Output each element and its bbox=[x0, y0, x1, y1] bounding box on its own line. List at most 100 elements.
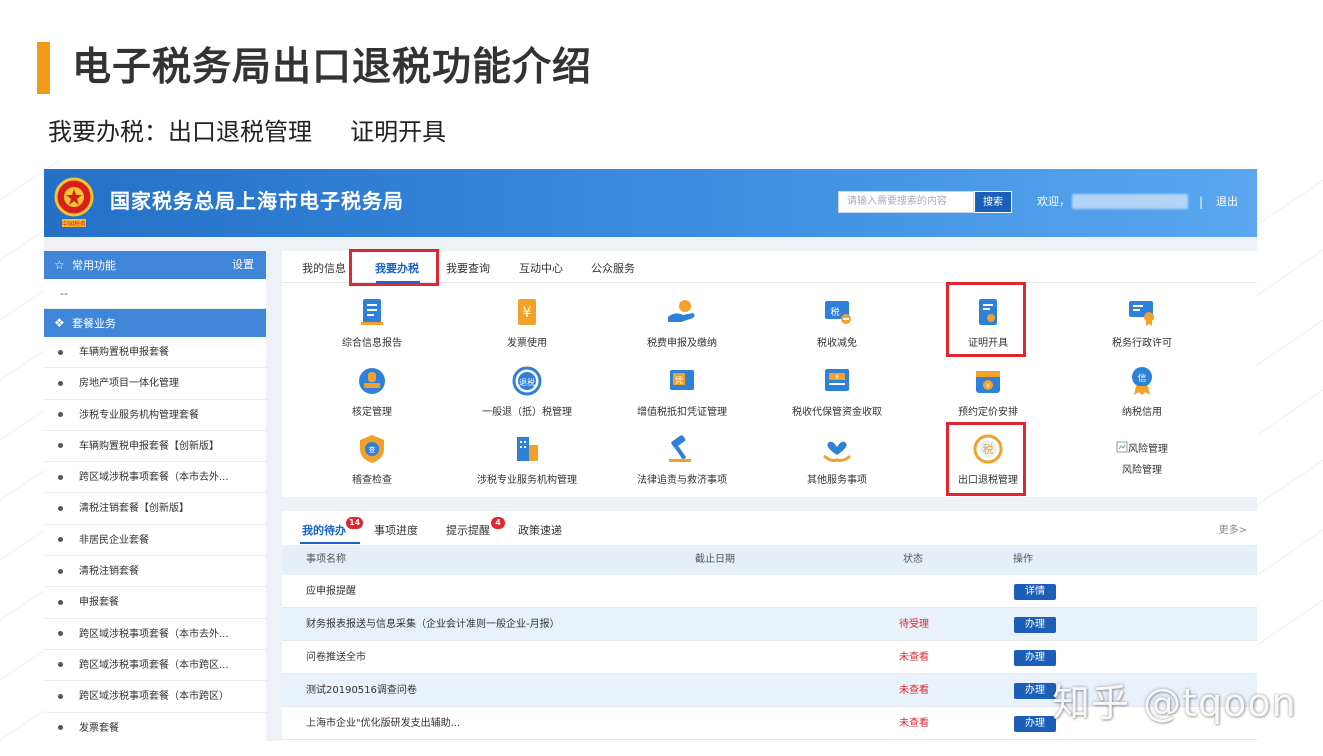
function-item[interactable]: 信纳税信用 bbox=[1067, 364, 1217, 418]
active-bottom-tab-underline bbox=[300, 542, 360, 544]
sidebar-item[interactable]: 车辆购置税申报套餐 bbox=[44, 337, 266, 369]
sidebar-item-label: 非居民企业套餐 bbox=[79, 534, 149, 546]
function-item[interactable]: 税务行政许可 bbox=[1067, 295, 1217, 349]
layers-icon: ❖ bbox=[54, 316, 65, 330]
function-label: 纳税信用 bbox=[1122, 407, 1162, 418]
bullet-icon bbox=[58, 537, 63, 543]
tab-my-todo[interactable]: 我的待办 bbox=[302, 522, 346, 538]
sidebar-item-label: 跨区域涉税事项套餐（本市去外... bbox=[79, 472, 229, 484]
site-title: 国家税务总局上海市电子税务局 bbox=[110, 189, 404, 213]
row-action-button[interactable]: 详情 bbox=[1014, 584, 1056, 600]
svg-text:¥: ¥ bbox=[523, 305, 532, 321]
sidebar-item[interactable]: 跨区域涉税事项套餐（本市去外... bbox=[44, 462, 266, 494]
broken-image-icon: 风险管理 bbox=[1116, 440, 1168, 455]
row-action-button[interactable]: 办理 bbox=[1014, 716, 1056, 732]
row-action-button[interactable]: 办理 bbox=[1014, 683, 1056, 699]
row-action-button[interactable]: 办理 bbox=[1014, 650, 1056, 666]
sidebar-item[interactable]: 跨区域涉税事项套餐（本市跨区） bbox=[44, 681, 266, 713]
sidebar-item[interactable]: 清税注销套餐【创新版】 bbox=[44, 493, 266, 525]
function-item[interactable]: 法律追责与救济事项 bbox=[607, 432, 757, 486]
function-item[interactable]: 税费申报及缴纳 bbox=[607, 295, 757, 349]
function-label: 涉税专业服务机构管理 bbox=[477, 475, 577, 486]
building-icon bbox=[452, 432, 602, 466]
function-label: 风险管理 bbox=[1122, 465, 1162, 476]
header-status: 状态 bbox=[903, 554, 923, 565]
row-action-button[interactable]: 办理 bbox=[1014, 617, 1056, 633]
search-button[interactable]: 搜索 bbox=[974, 191, 1012, 213]
bullet-icon bbox=[58, 505, 63, 511]
function-label: 增值税抵扣凭证管理 bbox=[637, 407, 727, 418]
tab-query[interactable]: 我要查询 bbox=[446, 260, 490, 276]
function-item[interactable]: 综合信息报告 bbox=[297, 295, 447, 349]
logout-link[interactable]: 退出 bbox=[1216, 193, 1238, 211]
function-item[interactable]: 核定管理 bbox=[297, 364, 447, 418]
function-item[interactable]: 查稽查检查 bbox=[297, 432, 447, 486]
function-item[interactable]: 退税 一般退（抵）税管理 bbox=[452, 364, 602, 418]
table-row: 应申报提醒 详情 bbox=[282, 575, 1257, 608]
sidebar-package-header[interactable]: ❖ 套餐业务 bbox=[44, 309, 266, 337]
sidebar-item[interactable]: 清税注销套餐 bbox=[44, 556, 266, 588]
function-label: 其他服务事项 bbox=[807, 475, 867, 486]
sidebar-item-label: 涉税专业服务机构管理套餐 bbox=[79, 409, 199, 421]
watermark: 知乎 @tqoon bbox=[1052, 681, 1297, 725]
sidebar-item[interactable]: 车辆购置税申报套餐【创新版】 bbox=[44, 431, 266, 463]
row-name: 应申报提醒 bbox=[306, 586, 356, 597]
bullet-icon bbox=[58, 412, 63, 418]
sidebar-settings-link[interactable]: 设置 bbox=[232, 251, 254, 279]
row-name: 问卷推送全市 bbox=[306, 652, 366, 663]
sidebar-item[interactable]: 跨区域涉税事项套餐（本市跨区... bbox=[44, 650, 266, 682]
function-item[interactable]: ¥ 发票使用 bbox=[452, 295, 602, 349]
sidebar-item-label: 跨区域涉税事项套餐（本市跨区... bbox=[79, 659, 229, 671]
highlight-tax-tab bbox=[349, 249, 439, 286]
svg-text:税: 税 bbox=[830, 306, 839, 318]
bullet-icon bbox=[58, 474, 63, 480]
header-name: 事项名称 bbox=[306, 554, 346, 565]
sidebar-item-label: 发票套餐 bbox=[79, 722, 119, 734]
svg-text:信: 信 bbox=[1137, 372, 1146, 384]
highlight-certificate bbox=[946, 282, 1026, 357]
search-input[interactable]: 请输入需要搜索的内容 bbox=[838, 191, 974, 213]
sidebar-item[interactable]: 发票套餐 bbox=[44, 713, 266, 741]
function-label: 发票使用 bbox=[507, 338, 547, 349]
function-item[interactable]: 凭增值税抵扣凭证管理 bbox=[607, 364, 757, 418]
tab-policy[interactable]: 政策速递 bbox=[518, 522, 562, 538]
function-item[interactable]: 涉税专业服务机构管理 bbox=[452, 432, 602, 486]
row-status: 未查看 bbox=[899, 685, 929, 696]
function-item[interactable]: 风险管理 风险管理 bbox=[1067, 432, 1217, 476]
sidebar-item[interactable]: 申报套餐 bbox=[44, 587, 266, 619]
sidebar-item[interactable]: 跨区域涉税事项套餐（本市去外... bbox=[44, 619, 266, 650]
slide-subtitle: 我要办税：出口退税管理 证明开具 bbox=[48, 118, 447, 146]
national-emblem-icon: 中国税务 bbox=[54, 177, 94, 228]
sidebar-item[interactable]: 非居民企业套餐 bbox=[44, 525, 266, 557]
row-name: 上海市企业"优化版研发支出辅助... bbox=[306, 718, 461, 729]
function-label: 综合信息报告 bbox=[342, 338, 402, 349]
sidebar-item-label: 房地产项目一体化管理 bbox=[79, 378, 179, 390]
row-name: 财务报表报送与信息采集（企业会计准则一般企业-月报） bbox=[306, 619, 560, 630]
sidebar-item-label: 清税注销套餐 bbox=[79, 566, 139, 578]
function-panel: 我的信息 我要办税 我要查询 互动中心 公众服务 综合信息报告 ¥ 发票使用 税费申报… bbox=[282, 251, 1257, 497]
bullet-icon bbox=[58, 443, 63, 449]
broken-image-alt-text: 风险管理 bbox=[1128, 443, 1168, 455]
refund-icon: 退税 bbox=[452, 364, 602, 398]
tab-my-info[interactable]: 我的信息 bbox=[302, 260, 346, 276]
function-item[interactable]: 税税收减免 bbox=[762, 295, 912, 349]
sidebar-common-header[interactable]: ☆ 常用功能 设置 bbox=[44, 251, 266, 279]
function-item[interactable]: ¥ 税收代保管资金收取 bbox=[762, 364, 912, 418]
tab-interaction[interactable]: 互动中心 bbox=[519, 260, 563, 276]
sidebar-item-label: 跨区域涉税事项套餐（本市跨区） bbox=[79, 691, 229, 703]
tab-progress[interactable]: 事项进度 bbox=[374, 522, 418, 538]
star-icon: ☆ bbox=[54, 258, 65, 272]
function-label: 税费申报及缴纳 bbox=[647, 338, 717, 349]
permit-icon bbox=[1067, 295, 1217, 329]
sidebar-item[interactable]: 涉税专业服务机构管理套餐 bbox=[44, 400, 266, 431]
sidebar-item[interactable]: 房地产项目一体化管理 bbox=[44, 368, 266, 400]
highlight-export-refund bbox=[946, 422, 1026, 496]
more-link[interactable]: 更多> bbox=[1219, 521, 1247, 536]
tab-public-service[interactable]: 公众服务 bbox=[591, 260, 635, 276]
sidebar-item-label: 申报套餐 bbox=[79, 597, 119, 609]
tab-reminders[interactable]: 提示提醒 bbox=[446, 522, 490, 538]
row-status: 待受理 bbox=[899, 619, 929, 630]
gavel-icon bbox=[607, 432, 757, 466]
function-item[interactable]: 其他服务事项 bbox=[762, 432, 912, 486]
function-item[interactable]: ¥ 预约定价安排 bbox=[913, 364, 1063, 418]
